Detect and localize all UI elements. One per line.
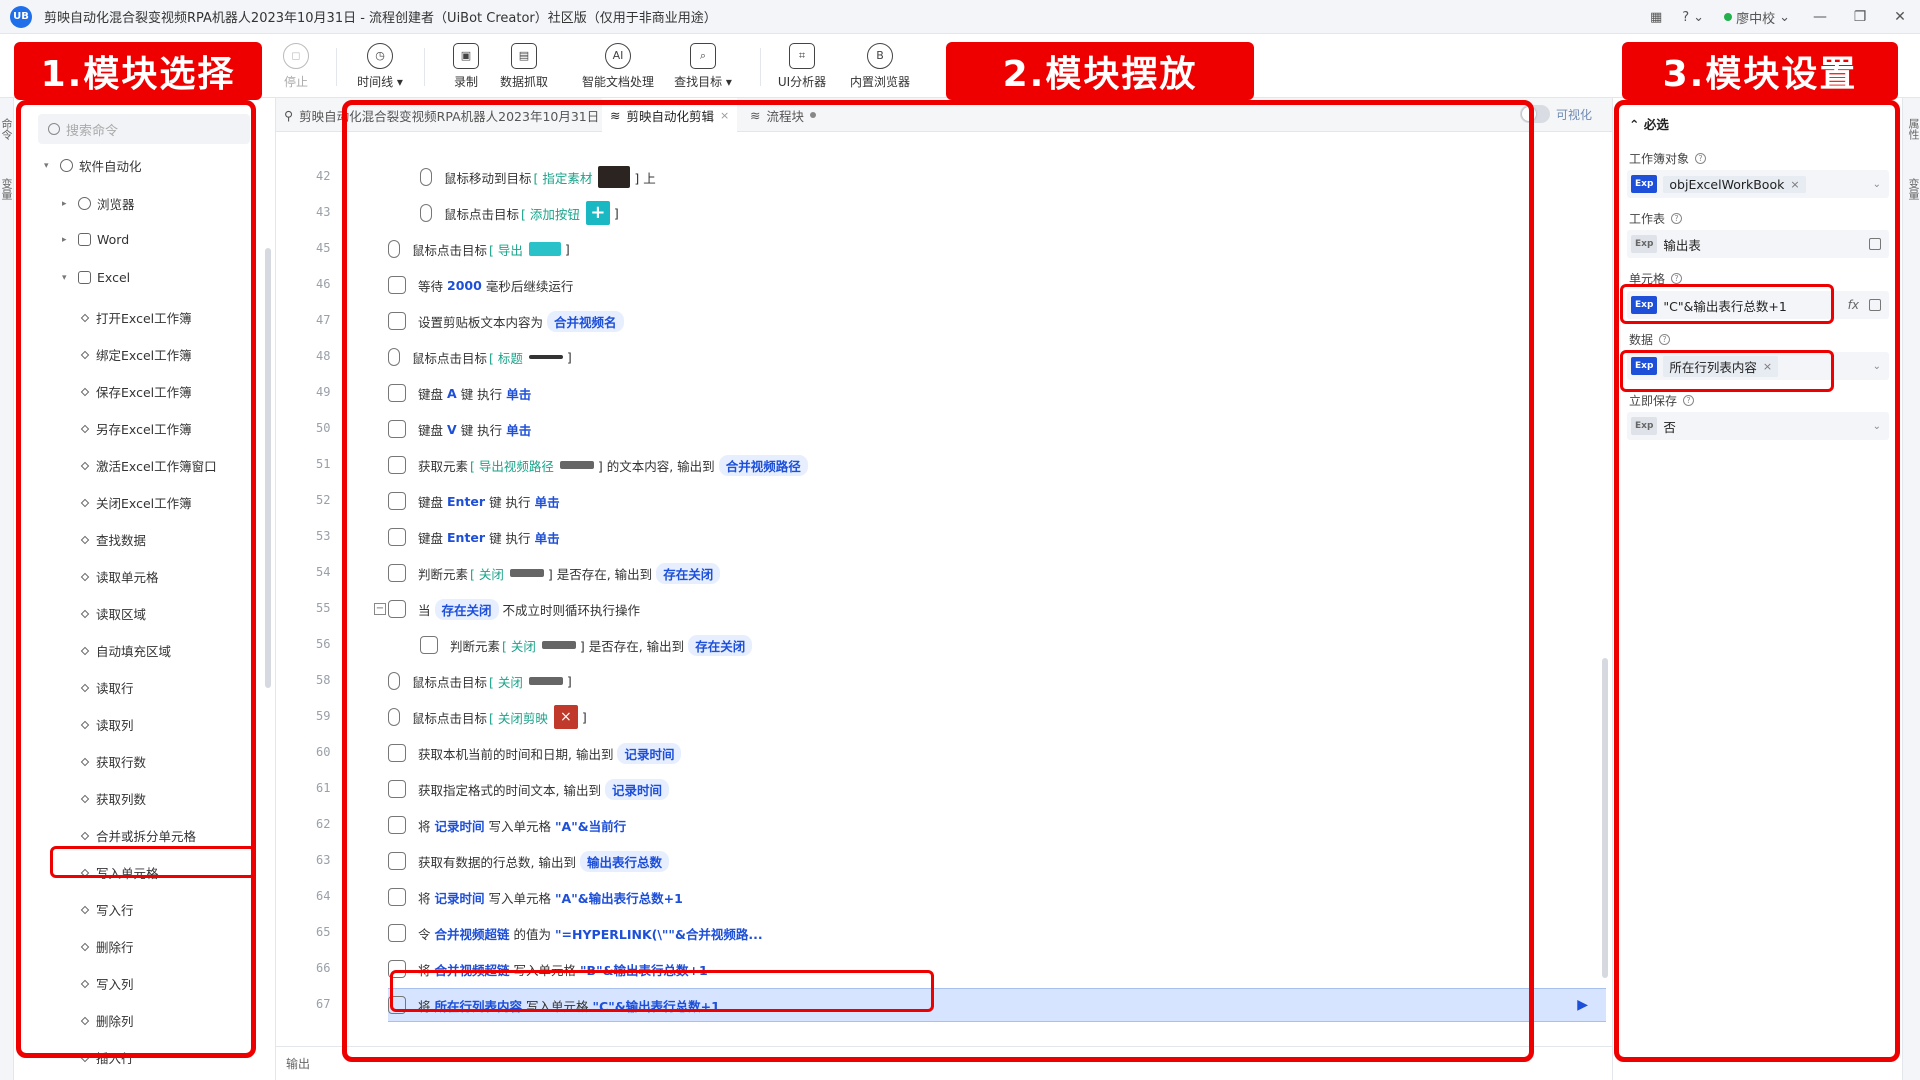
stop-button[interactable]: ◻ 停止: [256, 40, 336, 92]
line-number: 42: [316, 169, 331, 183]
find-target-text: 查找目标: [674, 74, 723, 89]
left-panel-strip: 命令 变量: [0, 98, 14, 1080]
line-number: 49: [316, 385, 331, 399]
line-number: 59: [316, 709, 331, 723]
timeline-button[interactable]: ◷ 时间线 ▾: [340, 40, 420, 92]
tab-variables[interactable]: 变量: [0, 178, 14, 200]
find-target-label: 查找目标 ▾: [674, 74, 732, 89]
annotation-label-module-settings: 3.模块设置: [1622, 42, 1898, 100]
ui-analyzer-icon: ⌗: [789, 42, 815, 69]
data-grab-label: 数据抓取: [499, 74, 548, 89]
line-number: 56: [316, 637, 331, 651]
help-icon: ?: [1682, 9, 1690, 25]
record-icon: ▣: [453, 42, 479, 69]
app-logo-icon: UB: [10, 5, 32, 28]
line-number: 62: [316, 817, 331, 831]
window-title: 剪映自动化混合裂变视频RPA机器人2023年10月31日 - 流程创建者（UiB…: [44, 11, 717, 26]
toolbar-divider: [336, 48, 337, 86]
stop-icon: ◻: [283, 42, 309, 69]
flow-icon: ⚲: [284, 107, 294, 123]
line-number: 48: [316, 349, 331, 363]
annotation-highlight-cell-field: [1620, 284, 1834, 324]
ai-doc-label: 智能文档处理: [581, 74, 654, 89]
annotation-box-editor: [342, 100, 1534, 1062]
layout-icon[interactable]: ▦: [1650, 10, 1662, 25]
tab-commands[interactable]: 命令: [0, 118, 14, 140]
browser-icon: B: [867, 42, 893, 69]
editor-scrollbar[interactable]: [1602, 658, 1608, 978]
line-number: 54: [316, 565, 331, 579]
tab-variables-right[interactable]: 变量: [1905, 178, 1920, 200]
annotation-box-sidebar: [16, 100, 256, 1058]
online-status-icon: [1724, 13, 1733, 21]
line-number: 67: [316, 997, 331, 1011]
timeline-text: 时间线: [357, 74, 394, 89]
sidebar-scrollbar[interactable]: [265, 248, 271, 688]
line-number: 60: [316, 745, 331, 759]
builtin-browser-button[interactable]: B 内置浏览器: [840, 40, 920, 92]
line-number: 52: [316, 493, 331, 507]
annotation-highlight-data-field: [1620, 350, 1834, 392]
timeline-label: 时间线 ▾: [357, 74, 403, 89]
record-label: 录制: [453, 74, 478, 89]
line-number: 53: [316, 529, 331, 543]
line-number: 61: [316, 781, 331, 795]
line-number: 58: [316, 673, 331, 687]
right-panel-strip: 属性 变量: [1902, 98, 1920, 1080]
line-number: 51: [316, 457, 331, 471]
line-number: 50: [316, 421, 331, 435]
minimize-button[interactable]: —: [1800, 0, 1840, 34]
ai-doc-icon: AI: [605, 42, 631, 69]
chevron-down-icon: ⌄: [1693, 9, 1705, 25]
title-bar: UB 剪映自动化混合裂变视频RPA机器人2023年10月31日 - 流程创建者（…: [0, 0, 1920, 34]
annotation-highlight-write-cell: [50, 846, 256, 878]
user-menu[interactable]: 廖中校 ⌄: [1724, 8, 1790, 27]
line-number: 66: [316, 961, 331, 975]
data-grab-icon: ▤: [511, 42, 537, 69]
ai-doc-button[interactable]: AI 智能文档处理: [568, 40, 668, 92]
line-number: 64: [316, 889, 331, 903]
line-number: 65: [316, 925, 331, 939]
line-number: 47: [316, 313, 331, 327]
user-name: 廖中校: [1736, 11, 1776, 27]
annotation-box-properties: [1614, 100, 1900, 1062]
toolbar-divider: [760, 48, 761, 86]
title-bar-controls: ▦ ? ⌄ 廖中校 ⌄ — ❐ ✕: [1640, 0, 1920, 34]
output-label: 输出: [286, 1057, 311, 1071]
clock-icon: ◷: [367, 42, 393, 69]
help-menu[interactable]: ? ⌄: [1682, 10, 1704, 25]
close-button[interactable]: ✕: [1880, 0, 1920, 34]
annotation-label-module-place: 2.模块摆放: [946, 42, 1254, 100]
find-target-button[interactable]: ⌕ 查找目标 ▾: [658, 40, 748, 92]
stop-label: 停止: [283, 74, 308, 89]
run-line-icon[interactable]: ▶: [1577, 997, 1588, 1013]
toggle-label: 可视化: [1555, 107, 1592, 122]
find-target-icon: ⌕: [690, 42, 716, 69]
chevron-down-icon: ⌄: [1779, 9, 1790, 25]
line-number: 46: [316, 277, 331, 291]
ui-analyzer-label: UI分析器: [777, 74, 827, 89]
tab-properties[interactable]: 属性: [1905, 118, 1920, 140]
builtin-browser-label: 内置浏览器: [849, 74, 910, 89]
line-number: 43: [316, 205, 331, 219]
toolbar-divider: [424, 48, 425, 86]
line-number: 45: [316, 241, 331, 255]
annotation-highlight-line-67: [390, 970, 934, 1012]
line-number: 63: [316, 853, 331, 867]
annotation-label-module-select: 1.模块选择: [14, 42, 262, 100]
restore-button[interactable]: ❐: [1840, 0, 1880, 34]
line-number: 55: [316, 601, 331, 615]
ui-analyzer-button[interactable]: ⌗ UI分析器: [762, 40, 842, 92]
data-grab-button[interactable]: ▤ 数据抓取: [484, 40, 564, 92]
